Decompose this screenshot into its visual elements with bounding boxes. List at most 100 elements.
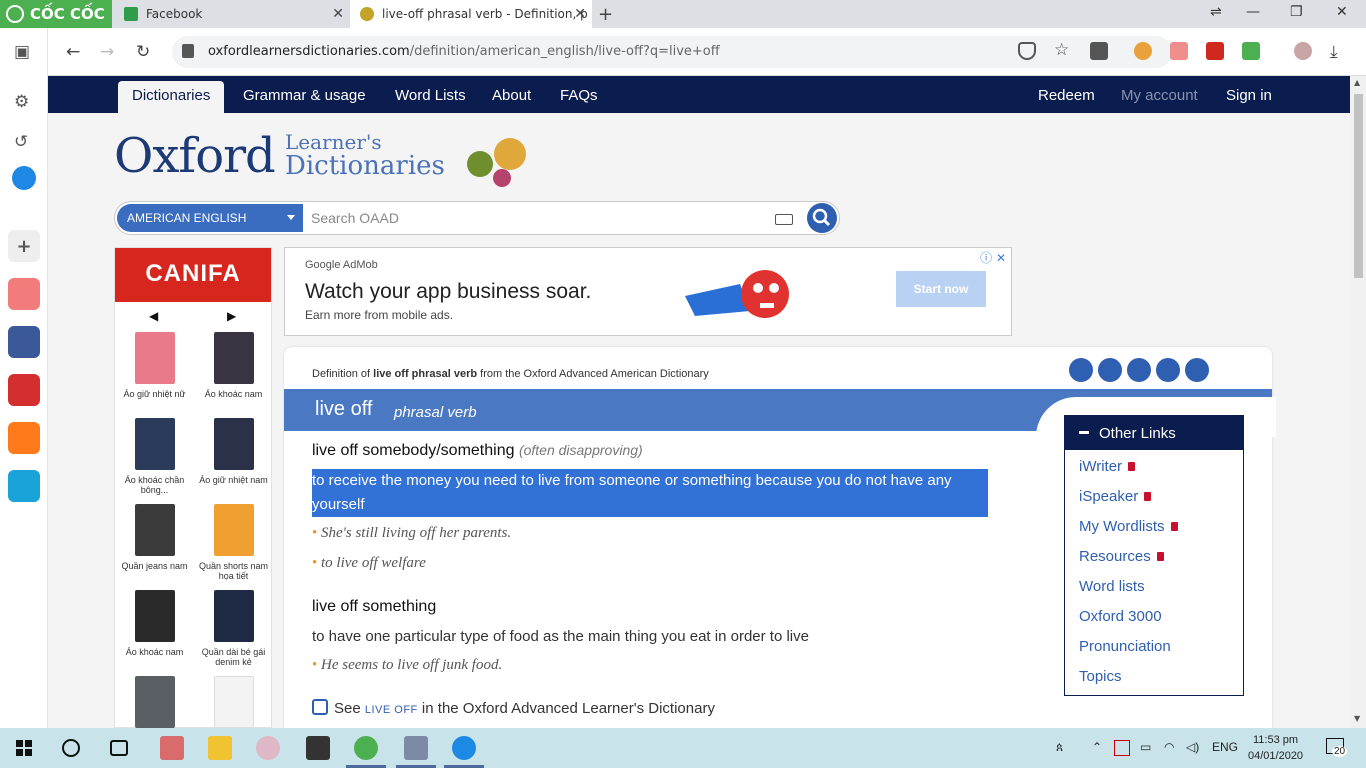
product-item[interactable]: Quần shorts nam họa tiết <box>194 504 273 590</box>
dictionary-select[interactable]: AMERICAN ENGLISH <box>117 204 303 232</box>
shield-icon[interactable] <box>1018 42 1036 60</box>
system-clock[interactable]: 11:53 pm 04/01/2020 <box>1248 732 1303 764</box>
settings-icon[interactable]: ⚙ <box>14 92 29 112</box>
extension-shield-icon[interactable] <box>1170 42 1188 60</box>
twitter-share-icon[interactable] <box>1098 358 1122 382</box>
people-icon[interactable]: ጰ <box>1056 740 1063 755</box>
wifi-icon[interactable]: ◠ <box>1164 740 1174 754</box>
tab-facebook[interactable]: Facebook ✕ <box>114 0 350 28</box>
product-item[interactable]: Quần jeans nam <box>115 504 194 590</box>
nav-grammar-usage[interactable]: Grammar & usage <box>243 87 366 104</box>
other-links-header[interactable]: Other Links <box>1065 416 1243 450</box>
next-arrow-icon[interactable]: ▶ <box>227 309 236 323</box>
cortana-search-icon[interactable] <box>62 739 80 757</box>
sense-phrase: live off something <box>312 598 437 615</box>
nav-dictionaries[interactable]: Dictionaries <box>118 81 225 113</box>
file-explorer-icon[interactable] <box>208 736 232 760</box>
facebook-share-icon[interactable] <box>1069 358 1093 382</box>
windows-start-icon[interactable] <box>16 740 32 756</box>
minimize-icon[interactable]: — <box>1246 4 1260 20</box>
nav-faqs[interactable]: FAQs <box>560 87 598 104</box>
link-pronunciation[interactable]: Pronunciation <box>1079 638 1171 655</box>
show-hidden-icons-icon[interactable]: ⌃ <box>1092 740 1102 754</box>
maximize-icon[interactable]: ❐ <box>1290 4 1303 20</box>
link-resources[interactable]: Resources <box>1079 548 1164 565</box>
email-share-icon[interactable] <box>1185 358 1209 382</box>
link-topics[interactable]: Topics <box>1079 668 1122 685</box>
shopee-icon[interactable] <box>8 374 40 406</box>
scroll-up-icon[interactable]: ▲ <box>1354 78 1360 87</box>
coccoc-taskbar-icon[interactable] <box>354 736 378 760</box>
app-window-icon[interactable] <box>404 736 428 760</box>
antivirus-icon[interactable] <box>1114 740 1130 756</box>
volume-icon[interactable]: ◁) <box>1186 740 1199 754</box>
download-video-icon[interactable] <box>1090 42 1108 60</box>
page-scrollbar[interactable]: ▲ ▼ <box>1350 76 1366 728</box>
new-tab-icon[interactable]: + <box>598 4 613 25</box>
forward-icon[interactable]: → <box>100 42 114 62</box>
product-item[interactable]: Áo khoác nam <box>194 332 273 418</box>
ad-network: Google AdMob <box>305 259 378 271</box>
add-shortcut-icon[interactable]: + <box>8 230 40 262</box>
product-item[interactable]: Áo khoác nam <box>115 590 194 676</box>
product-item[interactable] <box>194 676 273 728</box>
panel-toggle-icon[interactable]: ▣ <box>14 42 30 62</box>
product-item[interactable] <box>115 676 194 728</box>
tab-search-icon[interactable]: ⇌ <box>1210 4 1222 20</box>
nav-sign-in[interactable]: Sign in <box>1226 87 1272 104</box>
tab-live-off[interactable]: live-off phrasal verb - Definition, p ✕ <box>350 0 592 28</box>
search-icon[interactable] <box>8 422 40 454</box>
language-indicator[interactable]: ENG <box>1212 740 1238 754</box>
scrollbar-thumb[interactable] <box>1354 94 1363 278</box>
sticky-notes-icon[interactable] <box>306 736 330 760</box>
product-item[interactable]: Áo giữ nhiệt nam <box>194 418 273 504</box>
admob-ad[interactable]: Google AdMob Watch your app business soa… <box>284 247 1012 336</box>
close-window-icon[interactable]: ✕ <box>1336 4 1348 20</box>
product-item[interactable]: Áo giữ nhiệt nữ <box>115 332 194 418</box>
product-item[interactable]: Áo khoác chần bông... <box>115 418 194 504</box>
profile-avatar[interactable] <box>1294 42 1312 60</box>
facebook-icon[interactable] <box>8 326 40 358</box>
back-icon[interactable]: ← <box>66 42 80 62</box>
delicious-share-icon[interactable] <box>1156 358 1180 382</box>
extension-colors-icon[interactable] <box>1242 42 1260 60</box>
close-tab-icon[interactable]: ✕ <box>332 6 344 22</box>
nav-word-lists[interactable]: Word Lists <box>395 87 466 104</box>
close-tab-icon[interactable]: ✕ <box>574 6 586 22</box>
youtube-icon[interactable] <box>8 278 40 310</box>
link-oxford-3000[interactable]: Oxford 3000 <box>1079 608 1162 625</box>
coccoc-menu-button[interactable]: CỐC CỐC <box>0 0 112 28</box>
bookmark-star-icon[interactable]: ☆ <box>1054 40 1069 60</box>
extension-chrome-icon[interactable] <box>1134 42 1152 60</box>
canifa-ad[interactable]: CANIFA ◀ ▶ Áo giữ nhiệt nữ Áo khoác nam … <box>114 247 272 728</box>
ad-cta-button[interactable]: Start now <box>896 271 986 307</box>
nav-my-account[interactable]: My account <box>1121 87 1198 104</box>
search-input[interactable]: Search OAAD <box>311 210 399 226</box>
tiki-icon[interactable] <box>8 470 40 502</box>
nav-redeem[interactable]: Redeem <box>1038 87 1095 104</box>
url-text[interactable]: oxfordlearnersdictionaries.com/definitio… <box>208 44 720 59</box>
messenger-icon[interactable] <box>12 166 36 190</box>
task-view-icon[interactable] <box>110 740 128 756</box>
see-also-link[interactable]: See LIVE OFF in the Oxford Advanced Lear… <box>312 699 715 717</box>
ad-choices-icon[interactable]: ⓘ ✕ <box>980 249 1006 266</box>
prev-arrow-icon[interactable]: ◀ <box>149 309 158 323</box>
extension-sync-icon[interactable] <box>1206 42 1224 60</box>
paint-app-icon[interactable] <box>160 736 184 760</box>
downloads-icon[interactable]: ⤓ <box>1330 42 1338 62</box>
stumbleupon-share-icon[interactable] <box>1127 358 1151 382</box>
scroll-down-icon[interactable]: ▼ <box>1354 714 1360 723</box>
zalo-icon[interactable] <box>452 736 476 760</box>
reload-icon[interactable]: ↻ <box>136 42 150 62</box>
keyboard-icon[interactable] <box>775 214 793 225</box>
nav-about[interactable]: About <box>492 87 531 104</box>
link-ispeaker[interactable]: iSpeaker <box>1079 488 1152 505</box>
link-iwriter[interactable]: iWriter <box>1079 458 1136 475</box>
product-item[interactable]: Quần dài bé gái denim kẻ <box>194 590 273 676</box>
history-icon[interactable]: ↺ <box>14 132 28 152</box>
link-word-lists[interactable]: Word lists <box>1079 578 1145 595</box>
snipping-tool-icon[interactable] <box>256 736 280 760</box>
search-button[interactable] <box>807 203 837 233</box>
battery-icon[interactable]: ▭ <box>1140 740 1151 754</box>
link-my-wordlists[interactable]: My Wordlists <box>1079 518 1178 535</box>
